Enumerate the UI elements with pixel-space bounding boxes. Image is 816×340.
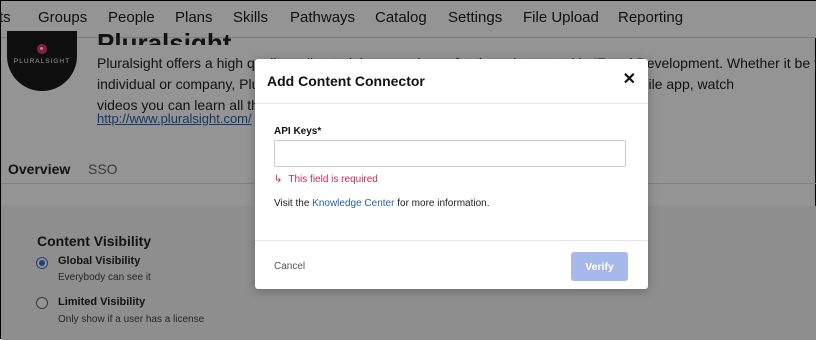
dialog-header: Add Content Connector ✕ [255, 59, 648, 104]
error-arrow-icon: ↳ [274, 174, 283, 185]
info-prefix: Visit the [274, 198, 313, 209]
error-message: This field is required [288, 174, 378, 185]
cancel-button[interactable]: Cancel [274, 261, 305, 272]
api-keys-label: API Keys* [274, 126, 322, 137]
verify-button[interactable]: Verify [571, 252, 628, 281]
add-content-connector-dialog: Add Content Connector ✕ API Keys* ↳ This … [255, 59, 648, 289]
info-text: Visit the Knowledge Center for more info… [274, 198, 490, 209]
knowledge-center-link[interactable]: Knowledge Center [312, 198, 394, 209]
info-suffix: for more information. [394, 198, 490, 209]
dialog-title: Add Content Connector [267, 73, 425, 89]
api-keys-input[interactable] [274, 140, 626, 167]
validation-error: ↳ This field is required [274, 174, 378, 185]
dialog-footer: Cancel Verify [255, 240, 648, 290]
close-icon[interactable]: ✕ [623, 72, 636, 88]
